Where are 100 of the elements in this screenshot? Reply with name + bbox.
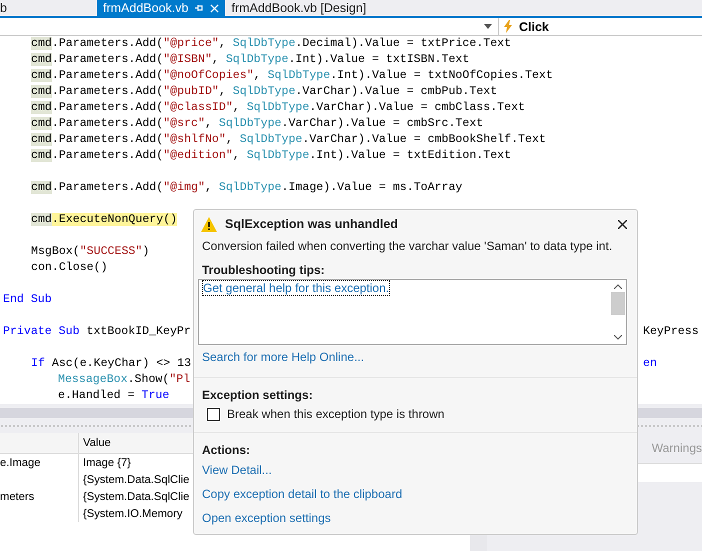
table-cell: e.Image [0, 456, 40, 468]
code-text: cmd [31, 149, 52, 162]
table-cell: {System.Data.SqlClie [83, 474, 190, 486]
code-text: "@ISBN" [163, 53, 212, 66]
code-text: Private Sub [3, 325, 80, 338]
code-text: ) [142, 245, 150, 258]
code-text: "@shlfNo" [163, 133, 226, 146]
code-text: .Int).Value = txtISBN.Text [288, 53, 470, 66]
code-text: e.Handled = [58, 389, 136, 402]
code-text: .Parameters.Add( [52, 85, 164, 98]
code-text: .Parameters.Add( [52, 133, 164, 146]
code-text: cmd [31, 85, 52, 98]
code-text: cmd [31, 117, 52, 130]
table-cell: Image {7} [83, 456, 131, 468]
code-text: "@img" [163, 181, 205, 194]
code-text: cmd [31, 37, 52, 50]
code-text: SqlDbType [226, 53, 288, 66]
code-text: "SUCCESS" [80, 245, 142, 258]
action-link[interactable]: Copy exception detail to the clipboard [194, 483, 637, 507]
code-text: txtBookID_KeyPr [85, 325, 191, 338]
checkbox[interactable] [207, 408, 220, 420]
code-text: , [226, 133, 234, 146]
code-text: MsgBox( [31, 245, 80, 258]
section-heading: Troubleshooting tips: [201, 262, 326, 279]
code-text: End Sub [3, 293, 52, 306]
code-text: "@price" [163, 37, 219, 50]
caret-icon[interactable] [484, 24, 492, 29]
help-link[interactable]: Get general help for this exception. [203, 281, 390, 295]
pin-icon[interactable] [194, 3, 204, 13]
code-text: .Parameters.Add( [52, 53, 164, 66]
code-text: SqlDbType [218, 117, 282, 130]
code-text: "@noOfCopies" [163, 69, 254, 82]
document-tab[interactable]: b [0, 0, 97, 16]
checkbox-label[interactable]: Break when this exception type is thrown [227, 407, 444, 421]
code-text: .ExecuteNonQuery() [52, 213, 178, 226]
code-text: , [204, 181, 213, 194]
code-text: .Int).Value = txtNoOfCopies.Text [330, 69, 553, 82]
document-tab[interactable]: frmAddBook.vb [Design] [225, 0, 372, 16]
scroll-up-icon[interactable] [614, 284, 622, 289]
code-text: .Image).Value = ms.ToArray [282, 181, 462, 194]
action-link[interactable]: Open exception settings [194, 507, 637, 531]
code-text: cmd [31, 213, 52, 226]
code-text: , [212, 53, 220, 66]
code-text: SqlDbType [232, 85, 296, 98]
code-text: True [142, 389, 170, 402]
section-heading: Actions: [201, 442, 251, 459]
column-header[interactable]: Value [79, 433, 111, 453]
code-text: .VarChar).Value = cmbClass.Text [309, 101, 526, 114]
code-text: KeyPress [643, 324, 699, 340]
code-text: cmd [31, 133, 52, 146]
code-text: SqlDbType [246, 101, 310, 114]
code-text: .VarChar).Value = cmbSrc.Text [282, 117, 484, 130]
document-tab[interactable]: frmAddBook.vb [97, 0, 226, 16]
code-text: , [204, 117, 213, 130]
code-text: "@src" [163, 117, 205, 130]
code-text: , [218, 85, 227, 98]
code-text: .Int).Value = txtEdition.Text [309, 149, 512, 162]
code-text: "@classID" [163, 101, 233, 114]
code-text: SqlDbType [246, 149, 310, 162]
close-icon[interactable] [618, 220, 627, 228]
code-text: .Parameters.Add( [52, 101, 164, 114]
code-text: SqlDbType [218, 181, 282, 194]
member-dropdown[interactable]: Click [498, 18, 702, 35]
code-text: .Show( [128, 373, 170, 386]
code-text: .Parameters.Add( [52, 149, 164, 162]
code-text: SqlDbType [240, 133, 302, 146]
code-text: , [218, 37, 227, 50]
code-text: con.Close() [31, 261, 108, 274]
code-text: .Parameters.Add( [52, 69, 164, 82]
code-text: Asc(e.KeyChar) <> 13 [50, 357, 192, 370]
code-text: SqlDbType [268, 69, 330, 82]
code-text: .Parameters.Add( [52, 117, 164, 130]
table-cell: {System.IO.Memory [83, 508, 182, 520]
code-text: en [643, 356, 657, 372]
code-text: cmd [31, 53, 52, 66]
code-text: .Parameters.Add( [52, 37, 164, 50]
table-cell: {System.Data.SqlClie [83, 490, 190, 502]
warning-icon [201, 216, 217, 232]
code-text: "@pubID" [163, 85, 219, 98]
code-text: cmd [31, 69, 52, 82]
code-text: "Pl [169, 373, 190, 386]
table-cell: meters [0, 490, 34, 502]
code-text: .Parameters.Add( [52, 181, 164, 194]
code-text: SqlDbType [232, 37, 296, 50]
code-text: If [31, 357, 45, 370]
code-text: , [232, 149, 241, 162]
code-text: .VarChar).Value = cmbPub.Text [295, 85, 498, 98]
code-text: cmd [31, 181, 52, 194]
exception-title: SqlException was unhandled [225, 217, 398, 231]
scroll-thumb[interactable] [611, 292, 625, 315]
action-link[interactable]: View Detail... [194, 459, 637, 483]
scroll-down-icon[interactable] [614, 335, 622, 340]
code-text: "@edition" [163, 149, 233, 162]
code-text: .VarChar).Value = cmbBookShelf.Text [302, 133, 546, 146]
code-text: , [232, 101, 241, 114]
lightning-icon [502, 20, 513, 33]
code-text: , [254, 69, 262, 82]
help-link[interactable]: Search for more Help Online... [194, 345, 637, 369]
code-text: cmd [31, 101, 52, 114]
exception-message: Conversion failed when converting the varchar value 'Saman' to data type int. [201, 238, 614, 253]
